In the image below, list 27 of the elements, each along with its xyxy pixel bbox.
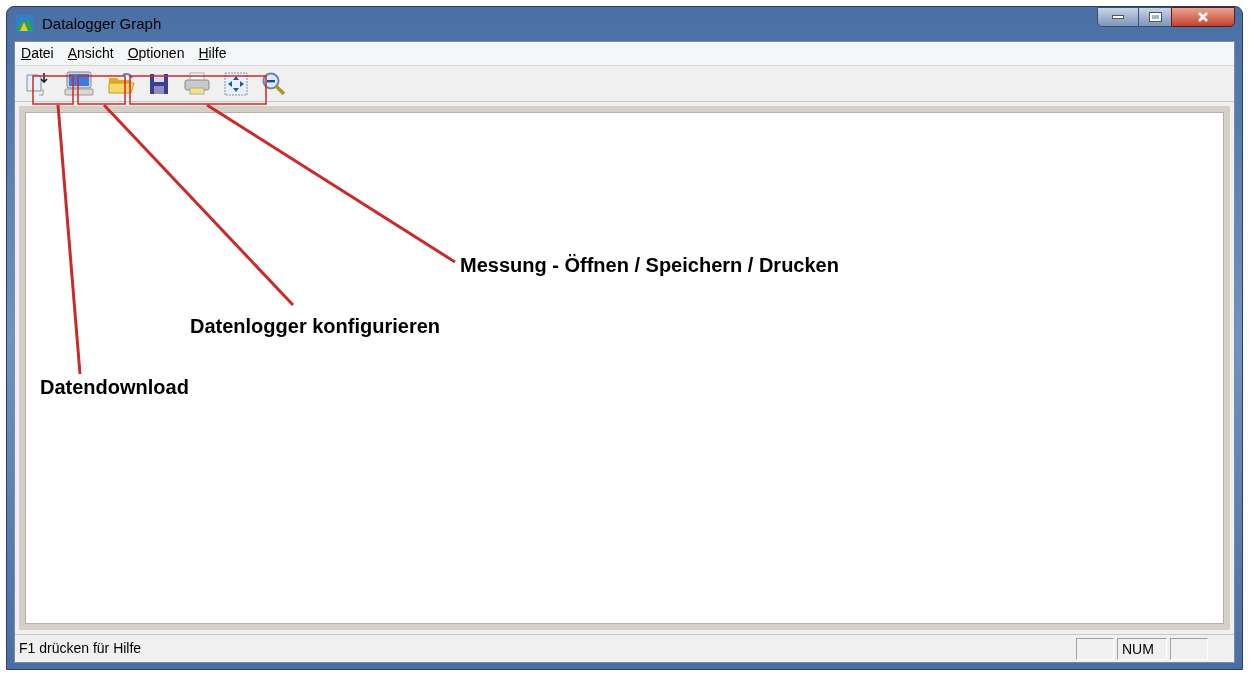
- status-text: F1 drücken für Hilfe: [18, 639, 142, 658]
- highlight-frame: [77, 75, 126, 105]
- zoom-out-icon[interactable]: [261, 70, 287, 97]
- menu-item[interactable]: Ansicht: [67, 43, 114, 64]
- mountain-icon: [16, 15, 34, 33]
- annotation-label: Messung - Öffnen / Speichern / Drucken: [460, 253, 839, 278]
- window-title: Datalogger Graph: [42, 13, 162, 34]
- annotation-label: Datenlogger konfigurieren: [190, 314, 441, 339]
- maximize-button[interactable]: [1139, 7, 1171, 27]
- document-arrow-icon[interactable]: [25, 70, 51, 97]
- monitor-icon[interactable]: [64, 70, 94, 97]
- status-indicator: NUM: [1117, 637, 1167, 660]
- menu-item[interactable]: Optionen: [127, 43, 185, 64]
- status-panel: [1170, 637, 1208, 660]
- menu-item[interactable]: Hilfe: [198, 43, 227, 64]
- folder-icon[interactable]: [107, 70, 135, 97]
- close-icon: [1197, 12, 1209, 22]
- fit-arrows-icon[interactable]: [224, 71, 248, 96]
- minimize-button[interactable]: [1097, 7, 1139, 27]
- annotation-label: Datendownload: [40, 375, 189, 400]
- highlight-frame: [32, 75, 74, 105]
- printer-icon[interactable]: [183, 71, 211, 96]
- menu-item[interactable]: Datei: [21, 43, 54, 64]
- minimize-icon: [1112, 15, 1124, 19]
- maximize-icon: [1149, 13, 1161, 21]
- status-panel: [1076, 637, 1114, 660]
- close-button[interactable]: [1171, 7, 1235, 27]
